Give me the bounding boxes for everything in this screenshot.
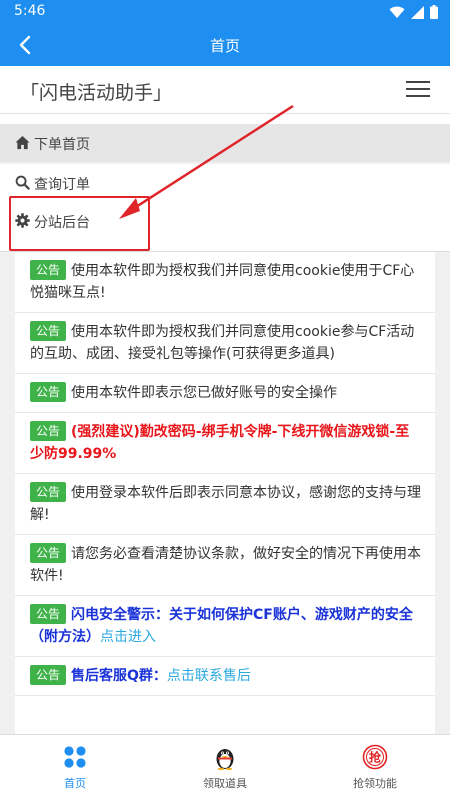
search-icon xyxy=(15,175,30,190)
tab-label-collect: 领取道具 xyxy=(203,777,247,790)
notice-text: 请您务必查看清楚协议条款，做好安全的情况下再使用本软件! xyxy=(30,546,422,584)
notice-item: 公告 请您务必查看清楚协议条款，做好安全的情况下再使用本软件! xyxy=(15,535,435,596)
nav-label-home: 下单首页 xyxy=(34,137,90,153)
notice-text-blue: 闪电安全警示：关于如何保护CF账户、游戏财产的安全（附方法） xyxy=(30,607,413,645)
notice-link-support[interactable]: 点击联系售后 xyxy=(167,668,251,684)
nav-label-query: 查询订单 xyxy=(34,177,90,193)
notice-badge: 公告 xyxy=(30,665,67,685)
svg-text:抢: 抢 xyxy=(369,750,382,765)
grab-badge-icon: 抢 xyxy=(362,744,388,770)
grid-dots-icon xyxy=(64,746,86,768)
notice-badge: 公告 xyxy=(30,482,67,502)
status-icons xyxy=(389,5,438,19)
status-time: 5:46 xyxy=(14,3,46,19)
wifi-icon xyxy=(389,6,405,18)
notice-badge: 公告 xyxy=(30,382,67,402)
notice-text-red: (强烈建议)勤改密码-绑手机令牌-下线开微信游戏锁-至少防99.99% xyxy=(30,424,410,462)
notice-list: 公告 使用本软件即为授权我们并同意使用cookie使用于CF心悦猫咪互点! 公告使… xyxy=(15,252,435,734)
notice-item: 公告 使用登录本软件后即表示同意本协议，感谢您的支持与理解! xyxy=(15,474,435,535)
battery-icon xyxy=(430,5,438,19)
tab-collect-items[interactable]: 领取道具 xyxy=(150,735,300,800)
home-icon xyxy=(15,135,30,150)
tab-grab-function[interactable]: 抢 抢领功能 xyxy=(300,735,450,800)
notice-item: 公告 使用本软件即表示您已做好账号的安全操作 xyxy=(15,374,435,413)
notice-badge: 公告 xyxy=(30,260,67,280)
nav-item-home[interactable]: 下单首页 xyxy=(0,124,450,162)
notice-text: 使用本软件即为授权我们并同意使用cookie参与CF活动的互助、成团、接受礼包等… xyxy=(30,324,415,362)
notice-link-enter[interactable]: 点击进入 xyxy=(100,629,156,645)
bottom-tab-bar: 首页 领取道具 抢 抢领功能 xyxy=(0,734,450,800)
notice-text: 使用本软件即为授权我们并同意使用cookie使用于CF心悦猫咪互点! xyxy=(30,263,415,301)
notice-badge: 公告 xyxy=(30,421,67,441)
nav-spacer xyxy=(0,114,450,124)
penguin-icon xyxy=(216,749,234,770)
notice-item: 公告 (强烈建议)勤改密码-绑手机令牌-下线开微信游戏锁-至少防99.99% xyxy=(15,413,435,474)
tab-label-grab: 抢领功能 xyxy=(353,777,397,790)
annotation-highlight-box xyxy=(9,196,150,251)
notice-badge: 公告 xyxy=(30,543,67,563)
tab-home[interactable]: 首页 xyxy=(0,735,150,800)
notice-item: 公告 售后客服Q群：点击联系售后 xyxy=(15,657,435,696)
notice-item: 公告 使用本软件即为授权我们并同意使用cookie使用于CF心悦猫咪互点! xyxy=(15,252,435,313)
tab-label-home: 首页 xyxy=(64,777,86,790)
notice-text-blue: 售后客服Q群： xyxy=(71,668,167,684)
notice-item: 公告 闪电安全警示：关于如何保护CF账户、游戏财产的安全（附方法）点击进入 xyxy=(15,596,435,657)
notice-badge: 公告 xyxy=(30,321,67,341)
page-title: 首页 xyxy=(209,37,240,55)
notice-text: 使用登录本软件后即表示同意本协议，感谢您的支持与理解! xyxy=(30,485,422,523)
site-header: 「闪电活动助手」 xyxy=(0,66,450,114)
app-bar: 首页 xyxy=(0,24,450,66)
notice-text: 使用本软件即表示您已做好账号的安全操作 xyxy=(71,385,338,401)
brand-title: 「闪电活动助手」 xyxy=(20,82,173,104)
notice-item: 公告 使用本软件即为授权我们并同意使用cookie参与CF活动的互助、成团、接受礼… xyxy=(15,313,435,374)
hamburger-menu-icon[interactable] xyxy=(406,81,430,99)
status-bar: 5:46 xyxy=(0,0,450,24)
notice-badge: 公告 xyxy=(30,604,67,624)
signal-icon xyxy=(411,5,424,19)
